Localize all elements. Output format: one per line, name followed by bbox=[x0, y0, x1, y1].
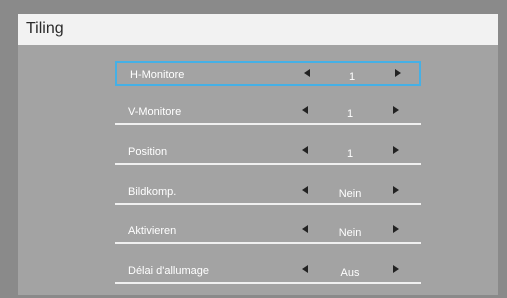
arrow-left-icon[interactable] bbox=[302, 225, 308, 233]
menu-item-v-monitore[interactable]: V-Monitore 1 bbox=[115, 100, 421, 125]
menu-item-label: Aktivieren bbox=[128, 225, 177, 237]
menu-item-value: 1 bbox=[348, 71, 356, 83]
arrow-right-icon[interactable] bbox=[393, 146, 399, 154]
menu-item-value: Nein bbox=[338, 188, 362, 200]
menu-item-value: Aus bbox=[340, 267, 360, 279]
arrow-right-icon[interactable] bbox=[395, 69, 401, 77]
arrow-right-icon[interactable] bbox=[393, 186, 399, 194]
menu-item-label: Délai d'allumage bbox=[128, 265, 209, 277]
arrow-left-icon[interactable] bbox=[304, 69, 310, 77]
arrow-left-icon[interactable] bbox=[302, 146, 308, 154]
menu-item-value: 1 bbox=[346, 148, 354, 160]
menu-item-value: 1 bbox=[346, 108, 354, 120]
menu-item-position[interactable]: Position 1 bbox=[115, 140, 421, 165]
menu-item-delai-allumage[interactable]: Délai d'allumage Aus bbox=[115, 259, 421, 284]
menu-item-value: Nein bbox=[338, 227, 362, 239]
menu-item-label: H-Monitore bbox=[130, 69, 185, 81]
arrow-left-icon[interactable] bbox=[302, 265, 308, 273]
menu-item-label: V-Monitore bbox=[128, 106, 182, 118]
menu-item-h-monitore[interactable]: H-Monitore 1 bbox=[115, 61, 421, 86]
arrow-left-icon[interactable] bbox=[302, 106, 308, 114]
arrow-right-icon[interactable] bbox=[393, 106, 399, 114]
menu-item-aktivieren[interactable]: Aktivieren Nein bbox=[115, 219, 421, 244]
tiling-menu-panel: Tiling H-Monitore 1 V-Monitore 1 Positio… bbox=[18, 14, 498, 295]
menu-item-bildkomp[interactable]: Bildkomp. Nein bbox=[115, 180, 421, 205]
menu-title: Tiling bbox=[26, 20, 64, 37]
arrow-left-icon[interactable] bbox=[302, 186, 308, 194]
arrow-right-icon[interactable] bbox=[393, 265, 399, 273]
menu-item-label: Position bbox=[128, 146, 168, 158]
menu-title-bar: Tiling bbox=[18, 14, 498, 45]
screen-frame: Tiling H-Monitore 1 V-Monitore 1 Positio… bbox=[0, 0, 507, 298]
menu-item-label: Bildkomp. bbox=[128, 186, 177, 198]
arrow-right-icon[interactable] bbox=[393, 225, 399, 233]
